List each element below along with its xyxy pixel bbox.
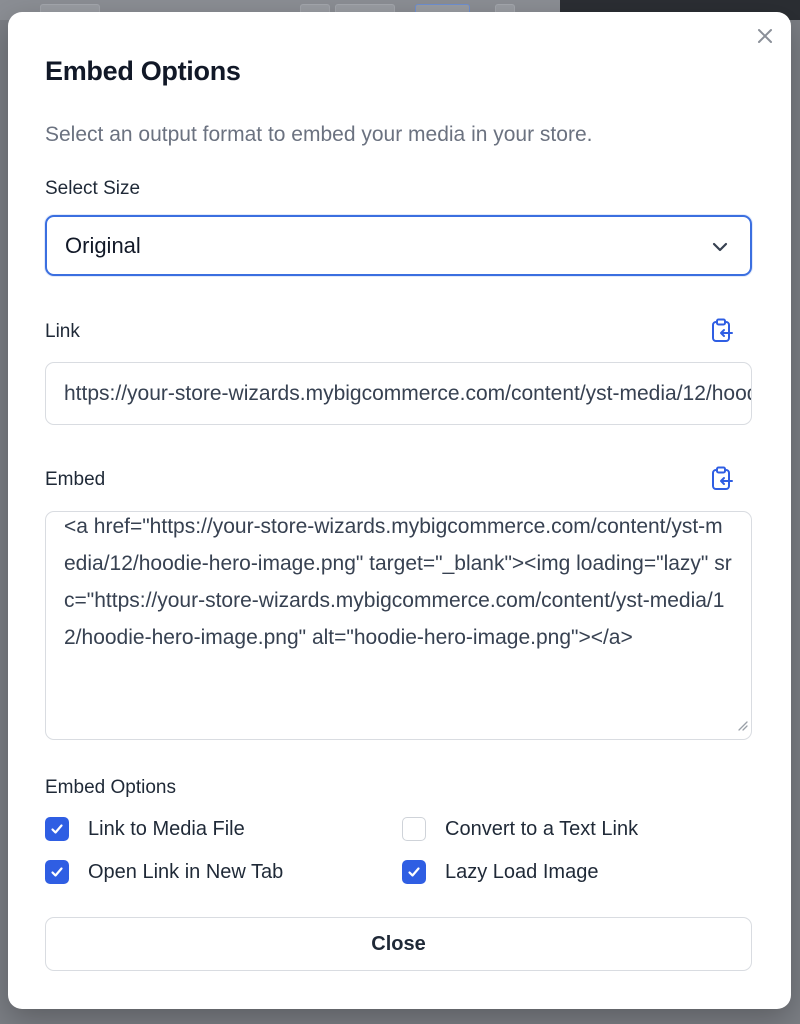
link-value: https://your-store-wizards.mybigcommerce… bbox=[64, 381, 751, 405]
embed-code-value: <a href="https://your-store-wizards.mybi… bbox=[64, 515, 732, 649]
embed-options-modal: Embed Options Select an output format to… bbox=[8, 12, 791, 1009]
embed-options-label: Embed Options bbox=[45, 777, 176, 798]
link-field[interactable]: https://your-store-wizards.mybigcommerce… bbox=[45, 362, 752, 425]
link-label: Link bbox=[45, 321, 80, 342]
option-label: Link to Media File bbox=[88, 817, 245, 840]
close-button[interactable]: Close bbox=[45, 917, 752, 971]
copy-embed-icon[interactable] bbox=[708, 464, 736, 494]
option-link-to-media-file[interactable]: Link to Media File bbox=[45, 817, 245, 841]
select-size-label: Select Size bbox=[45, 178, 141, 199]
option-label: Lazy Load Image bbox=[445, 860, 599, 883]
modal-title: Embed Options bbox=[45, 56, 241, 86]
close-icon[interactable] bbox=[755, 26, 775, 46]
option-convert-to-text-link[interactable]: Convert to a Text Link bbox=[402, 817, 638, 841]
checkbox-checked-icon[interactable] bbox=[45, 860, 69, 884]
copy-link-icon[interactable] bbox=[708, 316, 736, 346]
resize-grip-icon[interactable] bbox=[736, 718, 748, 736]
size-select[interactable]: Original bbox=[45, 215, 752, 276]
option-label: Open Link in New Tab bbox=[88, 860, 284, 883]
option-label: Convert to a Text Link bbox=[445, 817, 639, 840]
option-lazy-load-image[interactable]: Lazy Load Image bbox=[402, 860, 598, 884]
embed-label: Embed bbox=[45, 469, 106, 490]
checkbox-unchecked-icon[interactable] bbox=[402, 817, 426, 841]
checkbox-checked-icon[interactable] bbox=[402, 860, 426, 884]
option-open-link-in-new-tab[interactable]: Open Link in New Tab bbox=[45, 860, 283, 884]
modal-subtitle: Select an output format to embed your me… bbox=[45, 123, 593, 146]
checkbox-checked-icon[interactable] bbox=[45, 817, 69, 841]
embed-code-textarea[interactable]: <a href="https://your-store-wizards.mybi… bbox=[45, 511, 752, 740]
size-select-value: Original bbox=[65, 232, 141, 258]
chevron-down-icon bbox=[710, 237, 730, 262]
